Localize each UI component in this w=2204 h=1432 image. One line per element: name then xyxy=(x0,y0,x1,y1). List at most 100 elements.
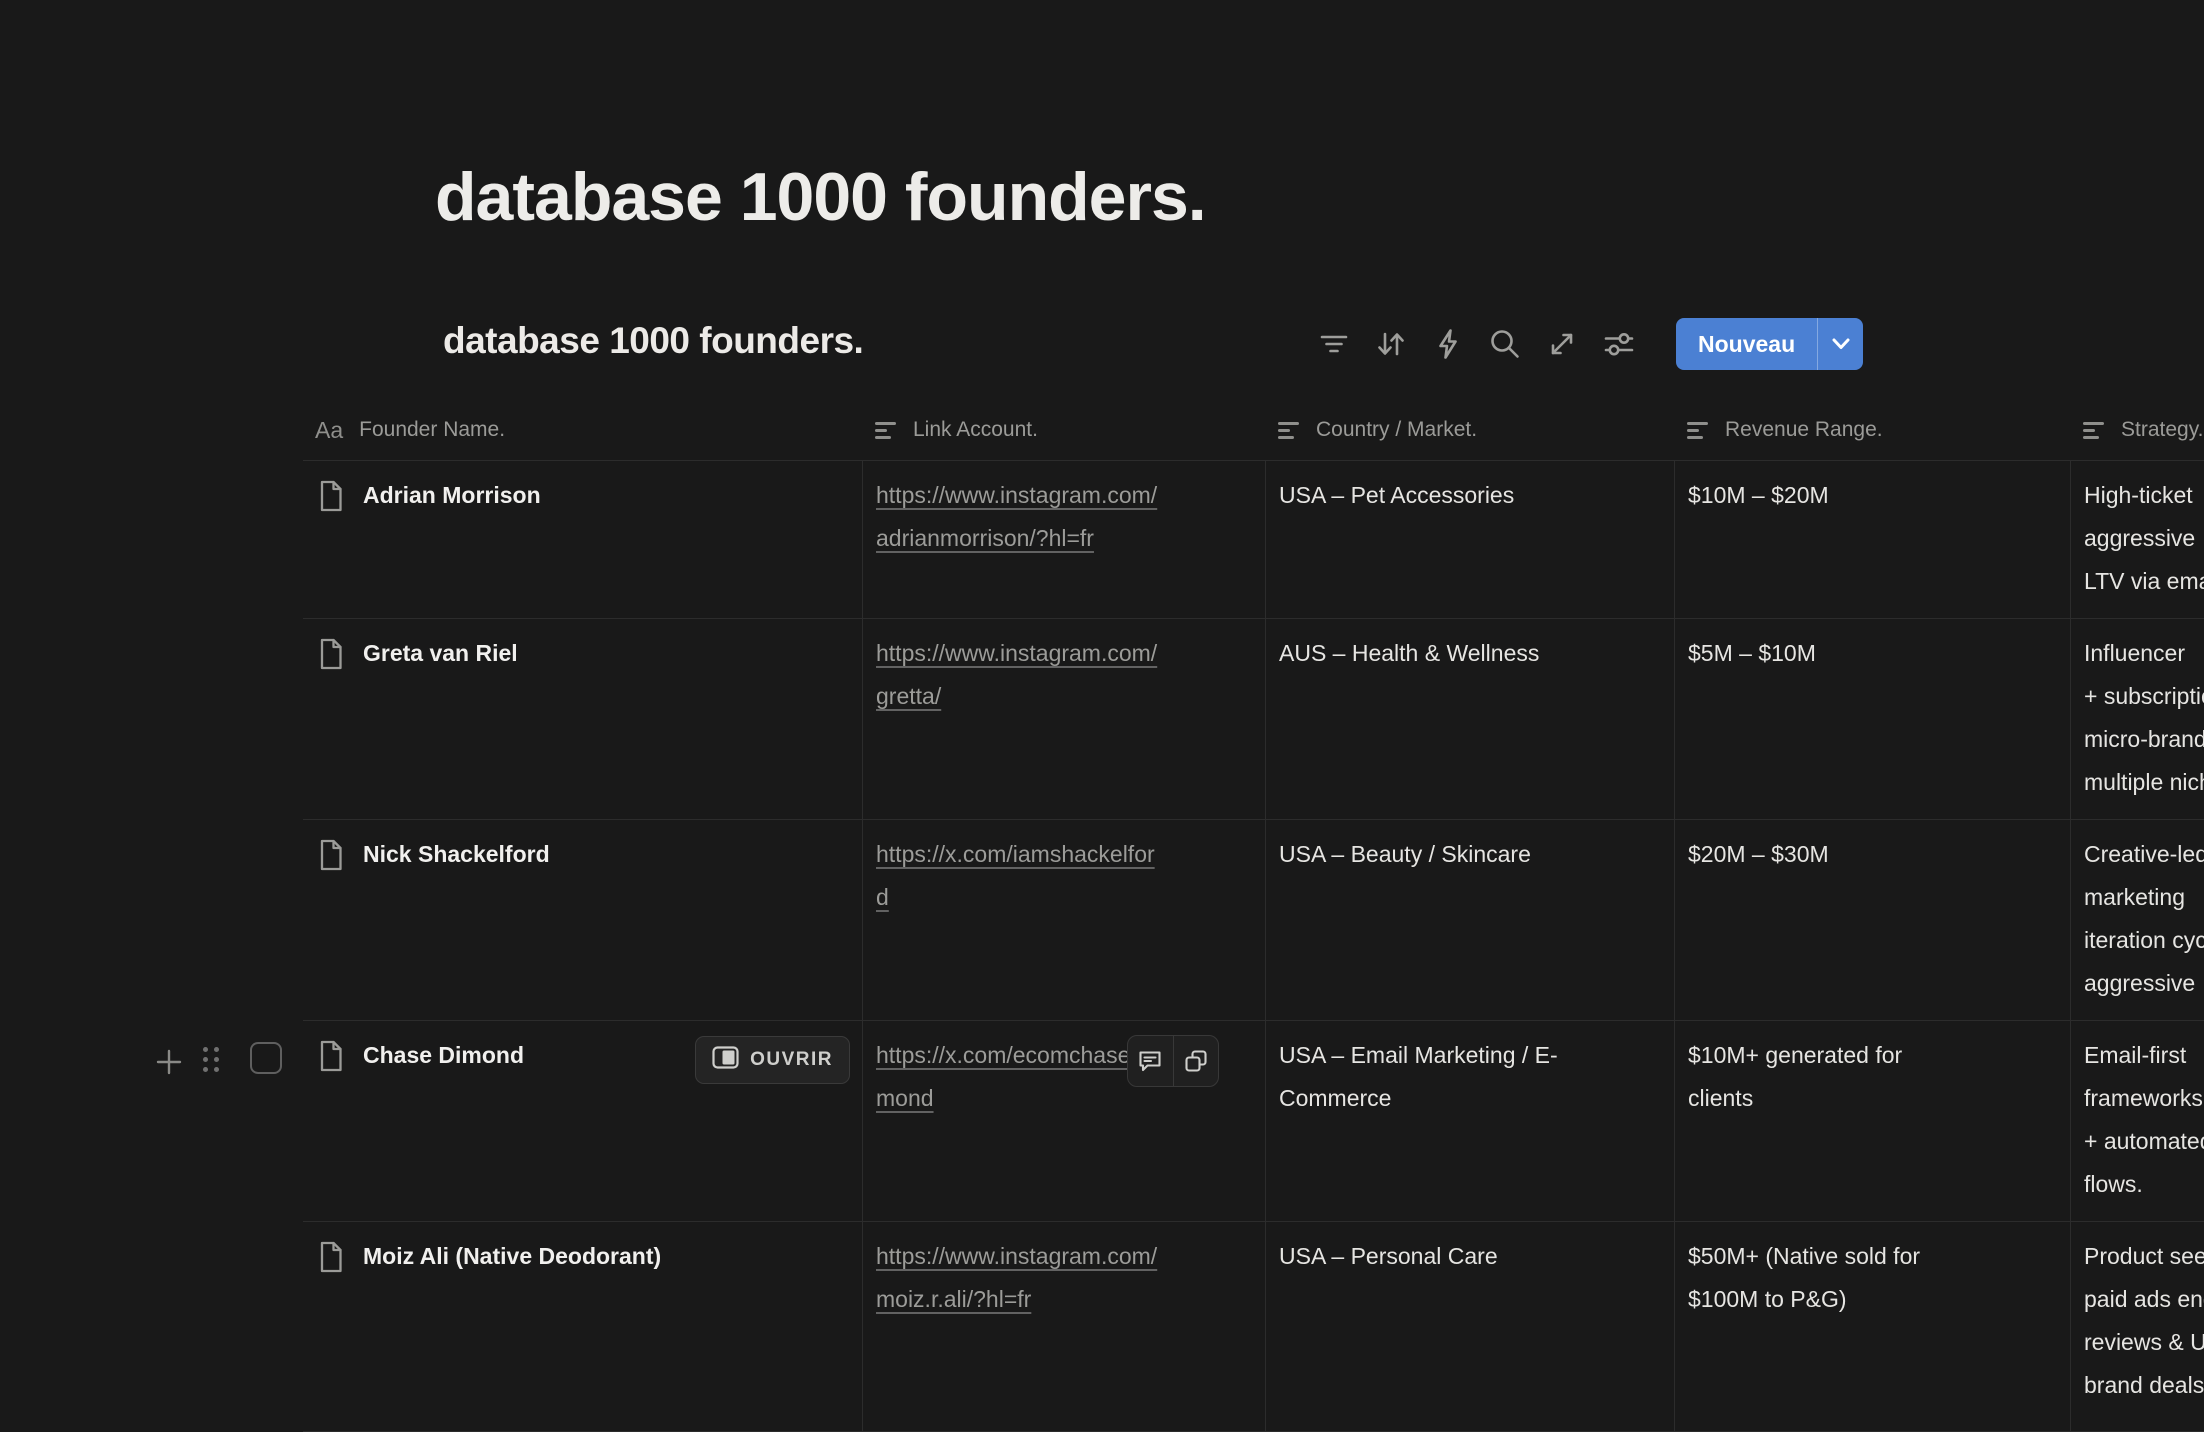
link-url[interactable]: d xyxy=(876,876,1252,919)
link-cell[interactable]: https://www.instagram.com/ adrianmorriso… xyxy=(863,461,1266,618)
founder-name[interactable]: Adrian Morrison xyxy=(363,474,541,618)
strategy-text: aggressive xyxy=(2084,517,2204,560)
link-cell[interactable]: https://x.com/ecomchasedi mond xyxy=(863,1021,1266,1221)
new-button[interactable]: Nouveau xyxy=(1676,318,1863,370)
strategy-cell[interactable]: High-ticket aggressive LTV via email xyxy=(2071,461,2204,618)
column-header-country-market[interactable]: Country / Market. xyxy=(1266,400,1675,460)
link-url[interactable]: gretta/ xyxy=(876,675,1252,718)
founder-name[interactable]: Chase Dimond xyxy=(363,1034,524,1221)
filter-icon[interactable] xyxy=(1316,326,1352,362)
page-icon xyxy=(318,638,344,819)
country-cell[interactable]: USA – Personal Care xyxy=(1266,1222,1675,1431)
open-page-button[interactable]: OUVRIR xyxy=(695,1036,850,1084)
open-page-label: OUVRIR xyxy=(750,1049,833,1071)
country-text: USA – Pet Accessories xyxy=(1279,474,1661,517)
strategy-text: High-ticket xyxy=(2084,474,2204,517)
table-row: Nick Shackelford https://x.com/iamshacke… xyxy=(303,820,2204,1021)
view-settings-icon[interactable] xyxy=(1601,326,1637,362)
strategy-cell[interactable]: Creative-led marketing iteration cycles … xyxy=(2071,820,2204,1020)
revenue-cell[interactable]: $10M – $20M xyxy=(1675,461,2071,618)
strategy-text: frameworks xyxy=(2084,1077,2204,1120)
column-header-link-account[interactable]: Link Account. xyxy=(863,400,1266,460)
link-cell[interactable]: https://x.com/iamshackelfor d xyxy=(863,820,1266,1020)
copy-icon xyxy=(1183,1048,1209,1074)
strategy-text: multiple niches xyxy=(2084,761,2204,804)
country-cell[interactable]: USA – Email Marketing / E- Commerce xyxy=(1266,1021,1675,1221)
country-cell[interactable]: USA – Pet Accessories xyxy=(1266,461,1675,618)
column-label: Link Account. xyxy=(913,418,1038,442)
sort-icon[interactable] xyxy=(1373,326,1409,362)
link-url[interactable]: adrianmorrison/?hl=fr xyxy=(876,517,1252,560)
founder-name[interactable]: Greta van Riel xyxy=(363,632,518,819)
name-cell[interactable]: Adrian Morrison xyxy=(303,461,863,618)
revenue-text: $20M – $30M xyxy=(1688,833,2057,876)
page-title[interactable]: database 1000 founders. xyxy=(435,158,1206,236)
link-url[interactable]: https://www.instagram.com/ xyxy=(876,474,1252,517)
revenue-text: $50M+ (Native sold for xyxy=(1688,1235,2057,1278)
add-row-button[interactable] xyxy=(153,1046,185,1078)
strategy-text: Creative-led xyxy=(2084,833,2204,876)
chevron-down-icon xyxy=(1831,337,1851,351)
strategy-cell[interactable]: Email-first frameworks + automated flows… xyxy=(2071,1021,2204,1221)
comment-button[interactable] xyxy=(1128,1036,1173,1086)
column-header-revenue-range[interactable]: Revenue Range. xyxy=(1675,400,2071,460)
column-header-strategy[interactable]: Strategy. xyxy=(2071,400,2204,460)
cell-hover-actions xyxy=(1127,1035,1219,1087)
name-cell[interactable]: Chase Dimond OUVRIR xyxy=(303,1021,863,1221)
country-cell[interactable]: USA – Beauty / Skincare xyxy=(1266,820,1675,1020)
strategy-text: marketing xyxy=(2084,876,2204,919)
strategy-text: iteration cycles xyxy=(2084,919,2204,962)
link-url[interactable]: https://www.instagram.com/ xyxy=(876,632,1252,675)
page-icon xyxy=(318,480,344,618)
strategy-text: + subscription xyxy=(2084,675,2204,718)
column-label: Revenue Range. xyxy=(1725,418,1883,442)
strategy-cell[interactable]: Influencer + subscription micro-brand mu… xyxy=(2071,619,2204,819)
revenue-text: $5M – $10M xyxy=(1688,632,2057,675)
search-icon[interactable] xyxy=(1487,326,1523,362)
country-text: AUS – Health & Wellness xyxy=(1279,632,1661,675)
new-button-chevron[interactable] xyxy=(1818,318,1863,370)
drag-handle[interactable] xyxy=(203,1047,225,1077)
table-row-hovered: Chase Dimond OUVRIR https://x.com/ecomch… xyxy=(303,1021,2204,1222)
column-label: Country / Market. xyxy=(1316,418,1477,442)
country-text: USA – Beauty / Skincare xyxy=(1279,833,1661,876)
name-cell[interactable]: Moiz Ali (Native Deodorant) xyxy=(303,1222,863,1431)
revenue-cell[interactable]: $50M+ (Native sold for $100M to P&G) xyxy=(1675,1222,2071,1431)
side-peek-icon xyxy=(712,1046,739,1074)
link-cell[interactable]: https://www.instagram.com/ moiz.r.ali/?h… xyxy=(863,1222,1266,1431)
strategy-text: paid ads engine, xyxy=(2084,1278,2204,1321)
revenue-cell[interactable]: $5M – $10M xyxy=(1675,619,2071,819)
link-cell[interactable]: https://www.instagram.com/ gretta/ xyxy=(863,619,1266,819)
row-checkbox[interactable] xyxy=(250,1042,282,1074)
name-cell[interactable]: Greta van Riel xyxy=(303,619,863,819)
automations-icon[interactable] xyxy=(1430,326,1466,362)
revenue-cell[interactable]: $10M+ generated for clients xyxy=(1675,1021,2071,1221)
country-cell[interactable]: AUS – Health & Wellness xyxy=(1266,619,1675,819)
revenue-text: $10M – $20M xyxy=(1688,474,2057,517)
strategy-text: aggressive xyxy=(2084,962,2204,1005)
strategy-text: Product seeding, xyxy=(2084,1235,2204,1278)
copy-button[interactable] xyxy=(1173,1036,1219,1086)
revenue-cell[interactable]: $20M – $30M xyxy=(1675,820,2071,1020)
link-url[interactable]: moiz.r.ali/?hl=fr xyxy=(876,1278,1252,1321)
column-header-founder-name[interactable]: Aa Founder Name. xyxy=(303,400,863,460)
text-property-icon xyxy=(875,422,897,439)
strategy-text: reviews & UGC, xyxy=(2084,1321,2204,1364)
comment-icon xyxy=(1137,1048,1163,1074)
name-cell[interactable]: Nick Shackelford xyxy=(303,820,863,1020)
page-icon xyxy=(318,1241,344,1431)
country-text: USA – Email Marketing / E- xyxy=(1279,1034,1661,1077)
strategy-cell[interactable]: Product seeding, paid ads engine, review… xyxy=(2071,1222,2204,1431)
strategy-text: flows. xyxy=(2084,1163,2204,1206)
revenue-text: $100M to P&G) xyxy=(1688,1278,2057,1321)
link-url[interactable]: https://x.com/iamshackelfor xyxy=(876,833,1252,876)
page-icon xyxy=(318,1040,344,1221)
revenue-text: clients xyxy=(1688,1077,2057,1120)
database-view-title[interactable]: database 1000 founders. xyxy=(443,320,863,362)
new-button-label[interactable]: Nouveau xyxy=(1676,318,1817,370)
link-url[interactable]: https://www.instagram.com/ xyxy=(876,1235,1252,1278)
revenue-text: $10M+ generated for xyxy=(1688,1034,2057,1077)
expand-icon[interactable] xyxy=(1544,326,1580,362)
founder-name[interactable]: Nick Shackelford xyxy=(363,833,550,1020)
founder-name[interactable]: Moiz Ali (Native Deodorant) xyxy=(363,1235,661,1431)
